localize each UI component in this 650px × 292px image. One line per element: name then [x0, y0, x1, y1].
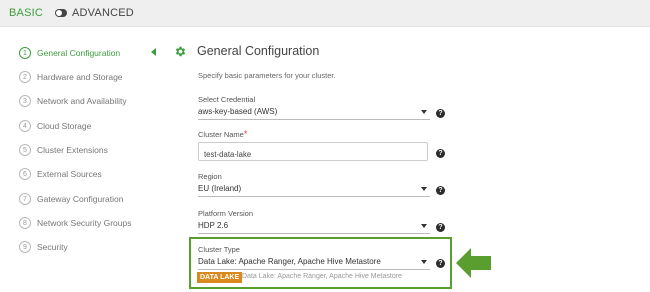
step-label: Network and Availability	[37, 96, 127, 106]
wizard-steps-sidebar: 1 General Configuration 2 Hardware and S…	[0, 27, 160, 292]
step-number: 9	[19, 241, 31, 253]
basic-mode-label[interactable]: BASIC	[9, 7, 43, 19]
page-title: General Configuration	[197, 44, 320, 58]
page-subtitle: Specify basic parameters for your cluste…	[198, 71, 336, 80]
step-cloud-storage[interactable]: 4 Cloud Storage	[19, 118, 91, 134]
required-mark: *	[243, 129, 248, 139]
credential-select[interactable]: aws-key-based (AWS)	[198, 103, 430, 120]
question-circle-icon[interactable]: ?	[436, 109, 445, 118]
step-number: 2	[19, 71, 31, 83]
advanced-mode-label[interactable]: ADVANCED	[72, 7, 134, 19]
active-step-indicator	[151, 48, 156, 56]
cluster-type-value: Data Lake: Apache Ranger, Apache Hive Me…	[198, 257, 381, 266]
step-external-sources[interactable]: 6 External Sources	[19, 166, 102, 182]
question-circle-icon[interactable]: ?	[436, 186, 445, 195]
region-select[interactable]: EU (Ireland)	[198, 180, 430, 197]
step-label: Gateway Configuration	[37, 194, 124, 204]
step-hardware-and-storage[interactable]: 2 Hardware and Storage	[19, 69, 123, 85]
step-number: 8	[19, 217, 31, 229]
platform-version-select[interactable]: HDP 2.6	[198, 217, 430, 234]
data-lake-badge: DATA LAKE	[197, 272, 243, 283]
question-circle-icon[interactable]: ?	[436, 259, 445, 268]
step-label: Hardware and Storage	[37, 72, 123, 82]
step-label: Security	[37, 242, 68, 252]
toggle-knob	[56, 10, 62, 16]
cluster-name-input[interactable]	[198, 142, 428, 161]
arrow-left-icon	[456, 248, 491, 278]
step-network-security-groups[interactable]: 8 Network Security Groups	[19, 215, 131, 231]
cluster-name-label: Cluster Name*	[198, 129, 247, 139]
cluster-type-select[interactable]: Data Lake: Apache Ranger, Apache Hive Me…	[198, 253, 430, 270]
chevron-down-icon	[421, 110, 427, 114]
step-gateway-configuration[interactable]: 7 Gateway Configuration	[19, 191, 123, 207]
step-number: 6	[19, 168, 31, 180]
platform-version-value: HDP 2.6	[198, 221, 229, 230]
step-general-configuration[interactable]: 1 General Configuration	[19, 45, 120, 61]
cluster-name-label-text: Cluster Name	[198, 130, 244, 139]
credential-value: aws-key-based (AWS)	[198, 107, 278, 116]
chevron-down-icon	[421, 187, 427, 191]
step-number: 4	[19, 120, 31, 132]
gear-icon	[174, 45, 187, 58]
region-value: EU (Ireland)	[198, 184, 242, 193]
step-label: External Sources	[37, 169, 102, 179]
step-network-and-availability[interactable]: 3 Network and Availability	[19, 93, 127, 109]
chevron-down-icon	[421, 224, 427, 228]
mode-toolbar: BASIC ADVANCED	[0, 0, 650, 27]
step-number: 3	[19, 95, 31, 107]
step-label: Cluster Extensions	[37, 145, 108, 155]
cluster-type-description: Data Lake: Apache Ranger, Apache Hive Me…	[242, 273, 402, 280]
step-label: General Configuration	[37, 48, 121, 58]
question-circle-icon[interactable]: ?	[436, 223, 445, 232]
step-number: 1	[19, 47, 31, 59]
question-circle-icon[interactable]: ?	[436, 149, 445, 158]
chevron-down-icon	[421, 260, 427, 264]
step-number: 5	[19, 144, 31, 156]
step-cluster-extensions[interactable]: 5 Cluster Extensions	[19, 142, 108, 158]
step-number: 7	[19, 193, 31, 205]
step-label: Network Security Groups	[37, 218, 132, 228]
mode-toggle[interactable]	[55, 9, 67, 17]
step-security[interactable]: 9 Security	[19, 239, 68, 255]
step-label: Cloud Storage	[37, 121, 92, 131]
